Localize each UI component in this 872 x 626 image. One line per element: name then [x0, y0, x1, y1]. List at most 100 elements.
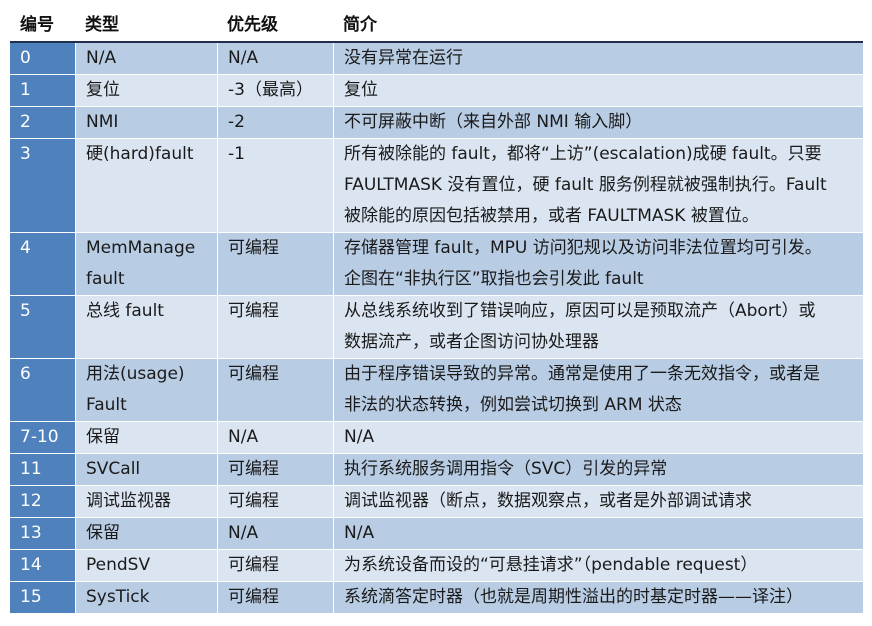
exception-type: PendSV — [75, 550, 217, 582]
exception-description: 系统滴答定时器（也就是周期性溢出的时基定时器——译注） — [333, 582, 863, 614]
description-line: 存储器管理 fault，MPU 访问犯规以及访问非法位置均可引发。 — [344, 238, 822, 258]
exception-type: NMI — [75, 107, 217, 139]
exception-table: 编号 类型 优先级 简介 0 N/A N/A 没有异常在运行 1 复位 -3（最高） 复位 2 N… — [10, 9, 863, 614]
description-line: 复位 — [344, 80, 378, 100]
exception-type: 调试监视器 — [75, 486, 217, 518]
description-line: 系统滴答定时器（也就是周期性溢出的时基定时器——译注） — [344, 587, 803, 607]
exception-description: 不可屏蔽中断（来自外部 NMI 输入脚） — [333, 107, 863, 139]
header-number: 编号 — [10, 9, 75, 43]
exception-priority: 可编程 — [217, 550, 333, 582]
exception-priority: 可编程 — [217, 582, 333, 614]
description-line: 为系统设备而设的“可悬挂请求”（pendable request） — [344, 555, 758, 575]
table-body: 0 N/A N/A 没有异常在运行 1 复位 -3（最高） 复位 2 NMI -2 不可屏蔽中断（来自… — [10, 43, 863, 614]
description-line: 非法的状态转换，例如尝试切换到 ARM 状态 — [344, 395, 682, 415]
exception-priority: N/A — [217, 518, 333, 550]
exception-priority: -2 — [217, 107, 333, 139]
exception-description: 所有被除能的 fault，都将“上访”(escalation)成硬 fault。… — [333, 139, 863, 233]
exception-type-line: 总线 fault — [86, 301, 164, 321]
exception-priority: 可编程 — [217, 359, 333, 422]
exception-type: MemManage fault — [75, 233, 217, 296]
exception-type-line: N/A — [86, 48, 117, 68]
exception-type: 硬(hard)fault — [75, 139, 217, 233]
description-line: 执行系统服务调用指令（SVC）引发的异常 — [344, 459, 668, 479]
exception-description: N/A — [333, 518, 863, 550]
exception-priority: N/A — [217, 43, 333, 75]
exception-type: 复位 — [75, 75, 217, 107]
exception-type-line: 硬(hard)fault — [86, 144, 194, 164]
exception-number: 5 — [10, 296, 75, 359]
exception-description: 从总线系统收到了错误响应，原因可以是预取流产（Abort）或 数据流产，或者企图访… — [333, 296, 863, 359]
exception-type-line: SVCall — [86, 459, 141, 479]
exception-number: 7-10 — [10, 422, 75, 454]
exception-type-line: PendSV — [86, 555, 151, 575]
exception-type-line: NMI — [86, 112, 119, 132]
exception-priority: -1 — [217, 139, 333, 233]
exception-type: SysTick — [75, 582, 217, 614]
description-line: 从总线系统收到了错误响应，原因可以是预取流产（Abort）或 — [344, 301, 816, 321]
exception-type-line: SysTick — [86, 587, 150, 607]
table-row: 4 MemManage fault 可编程 存储器管理 fault，MPU 访问犯规以及… — [10, 233, 863, 296]
exception-type-line: 调试监视器 — [86, 491, 171, 511]
exception-number: 1 — [10, 75, 75, 107]
exception-type-line: 复位 — [86, 80, 120, 100]
exception-type: SVCall — [75, 454, 217, 486]
table-row: 12 调试监视器 可编程 调试监视器（断点，数据观察点，或者是外部调试请求 — [10, 486, 863, 518]
description-line: 调试监视器（断点，数据观察点，或者是外部调试请求 — [344, 491, 752, 511]
table-row: 5 总线 fault 可编程 从总线系统收到了错误响应，原因可以是预取流产（Abort… — [10, 296, 863, 359]
description-line: N/A — [344, 427, 375, 447]
table-row: 3 硬(hard)fault -1 所有被除能的 fault，都将“上访”(escal… — [10, 139, 863, 233]
exception-type-line: MemManage — [86, 238, 196, 258]
description-line: 不可屏蔽中断（来自外部 NMI 输入脚） — [344, 112, 643, 132]
table-row: 0 N/A N/A 没有异常在运行 — [10, 43, 863, 75]
exception-type-line: Fault — [86, 395, 127, 415]
exception-type-line: 用法(usage) — [86, 364, 185, 384]
exception-description: N/A — [333, 422, 863, 454]
exception-number: 12 — [10, 486, 75, 518]
header-description: 简介 — [333, 9, 863, 43]
exception-priority: 可编程 — [217, 454, 333, 486]
exception-priority: 可编程 — [217, 296, 333, 359]
exception-priority: -3（最高） — [217, 75, 333, 107]
exception-number: 11 — [10, 454, 75, 486]
exception-description: 调试监视器（断点，数据观察点，或者是外部调试请求 — [333, 486, 863, 518]
table-row: 15 SysTick 可编程 系统滴答定时器（也就是周期性溢出的时基定时器——译注） — [10, 582, 863, 614]
exception-description: 复位 — [333, 75, 863, 107]
table-row: 14 PendSV 可编程 为系统设备而设的“可悬挂请求”（pendable requ… — [10, 550, 863, 582]
exception-type: 保留 — [75, 518, 217, 550]
exception-number: 6 — [10, 359, 75, 422]
description-line: 所有被除能的 fault，都将“上访”(escalation)成硬 fault。… — [344, 144, 822, 164]
header-row: 编号 类型 优先级 简介 — [10, 9, 863, 43]
header-priority: 优先级 — [217, 9, 333, 43]
table-row: 6 用法(usage) Fault 可编程 由于程序错误导致的异常。通常是使用了一条无效… — [10, 359, 863, 422]
description-line: 数据流产，或者企图访问协处理器 — [344, 332, 599, 352]
exception-description: 为系统设备而设的“可悬挂请求”（pendable request） — [333, 550, 863, 582]
exception-type-line: 保留 — [86, 523, 120, 543]
table-row: 1 复位 -3（最高） 复位 — [10, 75, 863, 107]
exception-type: 总线 fault — [75, 296, 217, 359]
description-line: 由于程序错误导致的异常。通常是使用了一条无效指令，或者是 — [344, 364, 820, 384]
table-row: 13 保留 N/A N/A — [10, 518, 863, 550]
exception-description: 执行系统服务调用指令（SVC）引发的异常 — [333, 454, 863, 486]
exception-type-line: 保留 — [86, 427, 120, 447]
exception-type: 用法(usage) Fault — [75, 359, 217, 422]
exception-number: 2 — [10, 107, 75, 139]
table-row: 2 NMI -2 不可屏蔽中断（来自外部 NMI 输入脚） — [10, 107, 863, 139]
exception-number: 4 — [10, 233, 75, 296]
exception-priority: 可编程 — [217, 486, 333, 518]
exception-number: 13 — [10, 518, 75, 550]
exception-description: 由于程序错误导致的异常。通常是使用了一条无效指令，或者是 非法的状态转换，例如尝试… — [333, 359, 863, 422]
exception-type: 保留 — [75, 422, 217, 454]
exception-number: 15 — [10, 582, 75, 614]
exception-type: N/A — [75, 43, 217, 75]
exception-number: 0 — [10, 43, 75, 75]
exception-type-line: fault — [86, 269, 125, 289]
description-line: 没有异常在运行 — [344, 48, 463, 68]
exception-number: 3 — [10, 139, 75, 233]
description-line: 被除能的原因包括被禁用，或者 FAULTMASK 被置位。 — [344, 206, 759, 226]
table-row: 7-10 保留 N/A N/A — [10, 422, 863, 454]
exception-number: 14 — [10, 550, 75, 582]
header-type: 类型 — [75, 9, 217, 43]
description-line: N/A — [344, 523, 375, 543]
description-line: 企图在“非执行区”取指也会引发此 fault — [344, 269, 644, 289]
exception-priority: N/A — [217, 422, 333, 454]
